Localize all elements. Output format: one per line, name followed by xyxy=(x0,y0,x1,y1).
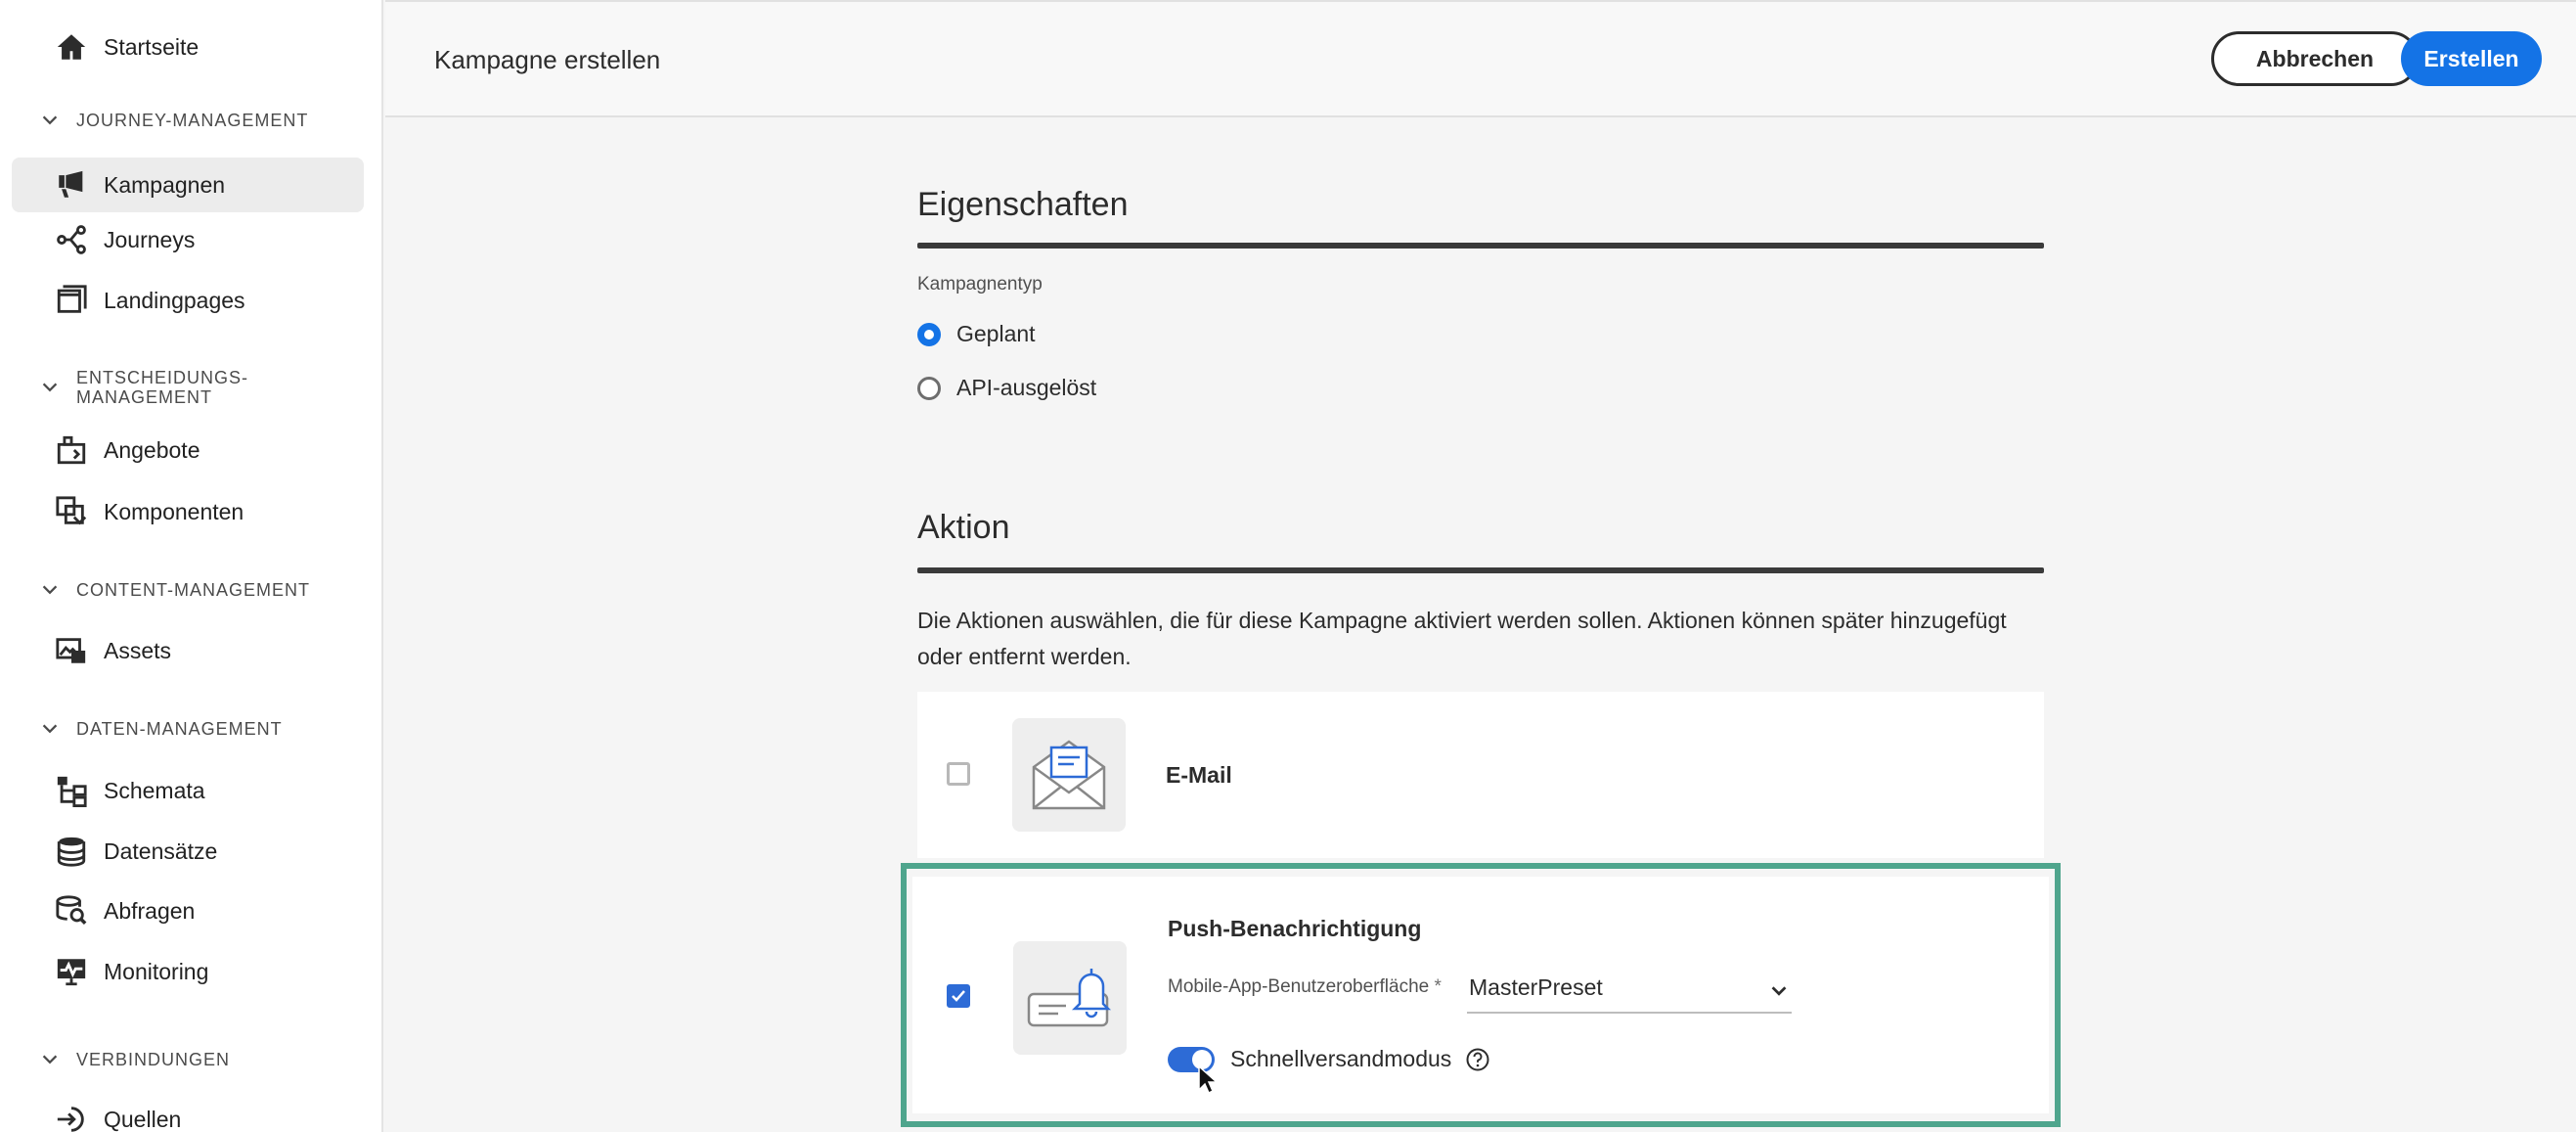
section-label: DATEN-MANAGEMENT xyxy=(76,719,283,739)
section-data-management[interactable]: DATEN-MANAGEMENT xyxy=(39,718,283,740)
email-thumbnail xyxy=(1012,718,1126,832)
chevron-down-icon xyxy=(42,724,58,734)
mobile-app-surface-label: Mobile-App-Benutzeroberfläche * xyxy=(1168,976,1442,997)
sources-icon xyxy=(47,1103,96,1132)
sidebar-item-label: Angebote xyxy=(104,436,200,463)
envelope-icon xyxy=(1032,740,1106,810)
page-title: Kampagne erstellen xyxy=(434,45,661,74)
chevron-down-icon xyxy=(42,115,58,125)
mouse-cursor-icon xyxy=(1198,1064,1219,1095)
section-journey-management[interactable]: JOURNEY-MANAGEMENT xyxy=(39,110,308,131)
sidebar-item-label: Abfragen xyxy=(104,897,196,924)
sidebar-item-label: Komponenten xyxy=(104,498,244,524)
section-label: VERBINDUNGEN xyxy=(76,1050,231,1069)
sidebar-item-label: Kampagnen xyxy=(104,171,226,198)
section-content-management[interactable]: CONTENT-MANAGEMENT xyxy=(39,579,310,601)
sidebar-item-home[interactable]: Startseite xyxy=(12,20,364,74)
sidebar-item-datasets[interactable]: Datensätze xyxy=(12,824,364,879)
section-label: JOURNEY-MANAGEMENT xyxy=(76,111,309,130)
monitoring-icon xyxy=(47,955,96,988)
sidebar-item-queries[interactable]: Abfragen xyxy=(12,883,364,938)
sidebar-item-monitoring[interactable]: Monitoring xyxy=(12,944,364,999)
query-icon xyxy=(47,894,96,928)
radio-scheduled[interactable]: Geplant xyxy=(917,321,1036,347)
select-value: MasterPreset xyxy=(1469,974,1603,1000)
sidebar-item-schemas[interactable]: Schemata xyxy=(12,763,364,818)
chevron-down-icon xyxy=(42,1055,58,1064)
sidebar-item-journeys[interactable]: Journeys xyxy=(12,212,364,267)
section-label: CONTENT-MANAGEMENT xyxy=(76,580,311,600)
components-icon xyxy=(47,495,96,528)
email-checkbox[interactable] xyxy=(947,762,970,786)
create-button[interactable]: Erstellen xyxy=(2401,31,2542,86)
sidebar-item-label: Datensätze xyxy=(104,838,218,864)
journey-icon xyxy=(47,223,96,256)
email-action-card[interactable]: E-Mail xyxy=(917,692,2044,858)
section-divider xyxy=(917,567,2044,573)
sidebar-item-label: Startseite xyxy=(104,33,200,60)
action-heading: Aktion xyxy=(917,509,1010,546)
sidebar-item-campaigns[interactable]: Kampagnen xyxy=(12,158,364,212)
sidebar-item-assets[interactable]: Assets xyxy=(12,623,364,678)
sidebar-item-landingpages[interactable]: Landingpages xyxy=(12,273,364,328)
chevron-down-icon xyxy=(42,383,58,392)
sidebar-item-label: Landingpages xyxy=(104,287,245,313)
landing-page-icon xyxy=(47,284,96,317)
section-decision-management[interactable]: ENTSCHEIDUNGS-MANAGEMENT xyxy=(39,368,272,407)
sidebar-item-label: Assets xyxy=(104,637,172,663)
chevron-down-icon xyxy=(1771,986,1787,996)
mobile-app-surface-select[interactable]: MasterPreset xyxy=(1467,967,1792,1014)
sidebar-item-offers[interactable]: Angebote xyxy=(12,423,364,477)
rapid-delivery-label: Schnellversandmodus xyxy=(1230,1046,1452,1071)
campaign-type-label: Kampagnentyp xyxy=(917,274,1043,294)
assets-icon xyxy=(47,634,96,667)
section-divider xyxy=(917,243,2044,249)
chevron-down-icon xyxy=(42,585,58,595)
section-label: ENTSCHEIDUNGS-MANAGEMENT xyxy=(76,368,249,407)
sidebar: Startseite JOURNEY-MANAGEMENT Kampagnen … xyxy=(0,0,383,1132)
radio-button[interactable] xyxy=(917,376,941,400)
sidebar-item-label: Quellen xyxy=(104,1106,182,1132)
radio-label: Geplant xyxy=(956,321,1036,346)
properties-heading: Eigenschaften xyxy=(917,186,1129,223)
megaphone-icon xyxy=(47,168,96,202)
sidebar-item-label: Monitoring xyxy=(104,958,209,984)
schema-icon xyxy=(47,774,96,807)
action-description: Die Aktionen auswählen, die für diese Ka… xyxy=(917,608,2007,669)
radio-api-triggered[interactable]: API-ausgelöst xyxy=(917,375,1096,401)
radio-button-checked[interactable] xyxy=(917,322,941,346)
help-icon[interactable] xyxy=(1465,1047,1490,1072)
database-icon xyxy=(47,835,96,868)
email-action-label: E-Mail xyxy=(1166,762,1232,788)
sidebar-item-components[interactable]: Komponenten xyxy=(12,484,364,539)
sidebar-item-sources[interactable]: Quellen xyxy=(12,1092,364,1132)
sidebar-item-label: Journeys xyxy=(104,226,196,252)
home-icon xyxy=(47,30,96,64)
required-marker: * xyxy=(1434,976,1442,997)
radio-label: API-ausgelöst xyxy=(956,375,1097,400)
page-header: Kampagne erstellen Abbrechen Erstellen xyxy=(385,0,2576,117)
cancel-button[interactable]: Abbrechen xyxy=(2211,31,2419,86)
offers-icon xyxy=(47,433,96,467)
sidebar-item-label: Schemata xyxy=(104,777,205,803)
section-connections[interactable]: VERBINDUNGEN xyxy=(39,1049,230,1070)
